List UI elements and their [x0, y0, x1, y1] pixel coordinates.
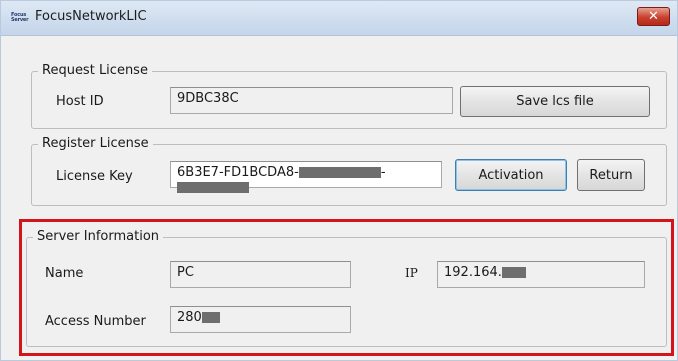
server-name-label: Name	[45, 266, 84, 281]
license-window: Focus Server FocusNetworkLIC ✕ Request L…	[0, 0, 678, 361]
license-key-label: License Key	[56, 169, 133, 184]
license-key-separator: -	[380, 165, 386, 180]
title-bar[interactable]: Focus Server FocusNetworkLIC ✕	[1, 1, 677, 36]
license-key-value: 6B3E7-FD1BCDA8-	[177, 165, 299, 180]
activation-button[interactable]: Activation	[455, 159, 567, 191]
request-license-group: Request License Host ID 9DBC38C Save lcs…	[31, 63, 667, 129]
save-lcs-file-button[interactable]: Save lcs file	[460, 86, 650, 117]
window-title: FocusNetworkLIC	[35, 9, 147, 24]
license-key-input[interactable]: 6B3E7-FD1BCDA8- -	[170, 161, 442, 193]
ip-label: IP	[405, 266, 418, 280]
request-license-legend: Request License	[38, 63, 152, 79]
access-number-label: Access Number	[45, 314, 146, 329]
redacted-block	[298, 167, 381, 178]
server-name-value: PC	[177, 265, 194, 280]
access-number-value: 280	[177, 310, 202, 325]
host-id-value: 9DBC38C	[177, 91, 239, 106]
ip-value: 192.164.	[444, 265, 502, 280]
access-number-field[interactable]: 280	[170, 306, 351, 333]
host-id-label: Host ID	[56, 94, 104, 109]
register-license-legend: Register License	[38, 136, 153, 152]
close-button[interactable]: ✕	[637, 7, 670, 26]
redacted-block	[177, 182, 249, 193]
host-id-field[interactable]: 9DBC38C	[170, 87, 453, 114]
server-information-legend: Server Information	[33, 229, 164, 245]
register-license-group: Register License License Key 6B3E7-FD1BC…	[31, 136, 667, 206]
redacted-block	[501, 267, 526, 278]
redacted-block	[201, 312, 220, 323]
return-button[interactable]: Return	[577, 159, 645, 191]
server-information-group: Server Information Name PC IP 192.164. A…	[26, 229, 667, 347]
close-icon: ✕	[648, 9, 659, 24]
server-name-field[interactable]: PC	[170, 261, 351, 288]
app-icon: Focus Server	[11, 12, 29, 23]
ip-field[interactable]: 192.164.	[437, 261, 645, 288]
